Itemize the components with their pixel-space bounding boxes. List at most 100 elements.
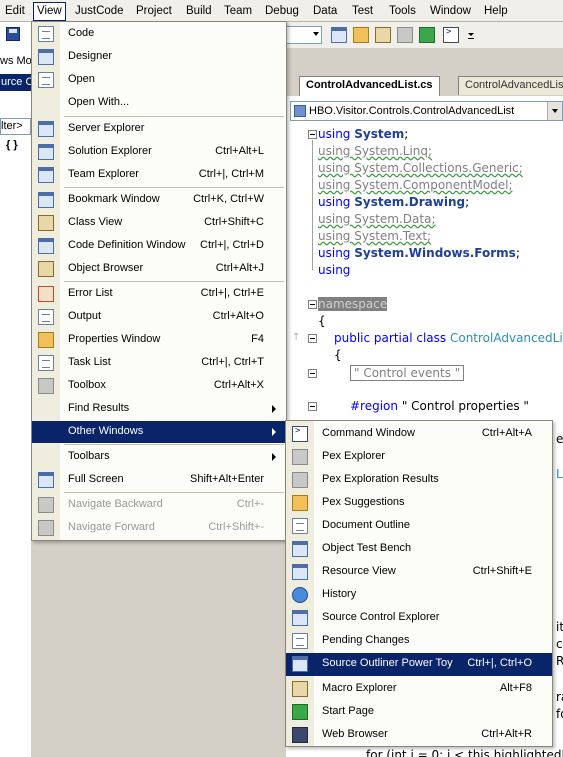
- collapse-class-icon[interactable]: [308, 334, 317, 343]
- menu-item-class-view[interactable]: Class View Ctrl+Shift+C: [32, 212, 286, 234]
- code-line-brace: {: [318, 314, 326, 328]
- menu-item-find-results[interactable]: Find Results: [32, 398, 286, 420]
- start-page-icon: [292, 704, 308, 720]
- menu-item-macro-explorer[interactable]: Macro Explorer Alt+F8: [286, 678, 552, 701]
- menu-team[interactable]: Team: [221, 3, 255, 19]
- menu-build[interactable]: Build: [183, 3, 215, 19]
- source-outliner-icon: [292, 656, 308, 672]
- object-browser-toolbar-icon[interactable]: [375, 27, 391, 43]
- menu-item-team-explorer[interactable]: Team Explorer Ctrl+|, Ctrl+M: [32, 164, 286, 186]
- code-line-region1: " Control events ": [350, 365, 465, 381]
- code-fragment-7: fo: [556, 707, 563, 721]
- menu-item-object-test-bench[interactable]: Object Test Bench: [286, 538, 552, 561]
- code-fragment-4: ce: [556, 637, 563, 651]
- submenu-arrow-icon: [272, 405, 276, 413]
- menu-item-navigate-forward[interactable]: Navigate Forward Ctrl+Shift+-: [32, 517, 286, 539]
- macro-explorer-icon: [292, 681, 308, 697]
- menu-item-navigate-backward[interactable]: Navigate Backward Ctrl+-: [32, 494, 286, 516]
- code-line-namespace: namespace: [318, 297, 388, 311]
- menu-item-pex-exploration-results[interactable]: Pex Exploration Results: [286, 469, 552, 492]
- code-line-1: using System;: [318, 127, 409, 141]
- menu-item-other-windows[interactable]: Other Windows: [32, 421, 286, 443]
- menu-item-task-list[interactable]: Task List Ctrl+|, Ctrl+T: [32, 352, 286, 374]
- source-outline-tab[interactable]: urce O: [0, 74, 31, 91]
- menu-item-open-with[interactable]: Open With...: [32, 92, 286, 114]
- menu-separator: [64, 444, 284, 445]
- collapse-usings-icon[interactable]: [308, 130, 317, 139]
- collapse-region-icon[interactable]: [308, 402, 317, 411]
- menu-separator: [64, 281, 284, 282]
- menu-item-full-screen[interactable]: Full Screen Shift+Alt+Enter: [32, 469, 286, 491]
- menu-item-code-definition-window[interactable]: Code Definition Window Ctrl+|, Ctrl+D: [32, 235, 286, 257]
- code-line-5: using System.Drawing;: [318, 195, 470, 209]
- collapse-namespace-icon[interactable]: [308, 300, 317, 309]
- code-fragment-1: et: [556, 432, 563, 446]
- properties-toolbar-icon[interactable]: [353, 27, 369, 43]
- code-line-8: using System.Windows.Forms;: [318, 246, 520, 260]
- menu-tools[interactable]: Tools: [386, 3, 419, 19]
- code-line-for: for (int i = 0; i < this.highlightedIte: [366, 748, 563, 757]
- code-line-2: using System.Linq;: [318, 144, 433, 158]
- menu-test[interactable]: Test: [349, 3, 376, 19]
- menu-item-document-outline[interactable]: Document Outline: [286, 515, 552, 538]
- toolbox-toolbar-icon[interactable]: [397, 27, 413, 43]
- menu-window[interactable]: Window: [427, 3, 474, 19]
- menu-item-object-browser[interactable]: Object Browser Ctrl+Alt+J: [32, 258, 286, 280]
- submenu-arrow-icon: [272, 428, 276, 436]
- menu-item-toolbars[interactable]: Toolbars: [32, 446, 286, 468]
- menu-item-toolbox[interactable]: Toolbox Ctrl+Alt+X: [32, 375, 286, 397]
- menu-data[interactable]: Data: [310, 3, 340, 19]
- find-icon[interactable]: [331, 27, 347, 43]
- object-test-bench-icon: [292, 541, 308, 557]
- type-navigation-combo[interactable]: HBO.Visitor.Controls.ControlAdvancedList: [290, 101, 563, 121]
- tab-controladvancedlist-designer[interactable]: ControlAdvancedList: [458, 76, 563, 95]
- menu-edit[interactable]: Edit: [2, 3, 28, 19]
- toolbar-dropdown[interactable]: [286, 26, 322, 44]
- start-page-toolbar-icon[interactable]: [419, 27, 435, 43]
- expand-region-icon[interactable]: [308, 369, 317, 378]
- menu-item-command-window[interactable]: Command WindowCtrl+Alt+A: [286, 423, 552, 446]
- navigate-forward-icon: [38, 520, 54, 536]
- filter-input[interactable]: lter>: [0, 118, 31, 135]
- menu-item-source-control-explorer[interactable]: Source Control Explorer: [286, 607, 552, 630]
- overflow-chevron-icon[interactable]: [467, 27, 475, 43]
- menu-help[interactable]: Help: [481, 3, 511, 19]
- menu-item-pex-explorer[interactable]: Pex Explorer: [286, 446, 552, 469]
- menu-item-server-explorer[interactable]: Server Explorer: [32, 118, 286, 140]
- menu-item-designer[interactable]: Designer: [32, 46, 286, 68]
- save-icon[interactable]: [6, 27, 20, 41]
- code-line-3: using System.Collections.Generic;: [318, 161, 523, 175]
- fold-guide: [312, 140, 313, 270]
- menu-item-history[interactable]: History: [286, 584, 552, 607]
- menu-item-resource-view[interactable]: Resource View Ctrl+Shift+E: [286, 561, 552, 584]
- menu-item-properties-window[interactable]: Properties Window F4: [32, 329, 286, 351]
- menu-item-code[interactable]: Code: [32, 23, 286, 45]
- open-icon: [38, 72, 54, 88]
- class-view-icon: [38, 215, 54, 231]
- menu-project[interactable]: Project: [133, 3, 175, 19]
- command-window-icon: [292, 426, 308, 442]
- tab-controladvancedlist-cs[interactable]: ControlAdvancedList.cs: [299, 76, 440, 96]
- navigate-backward-icon: [38, 497, 54, 513]
- menu-item-web-browser[interactable]: Web Browser Ctrl+Alt+R: [286, 724, 552, 747]
- code-definition-icon: [38, 238, 54, 254]
- menu-item-solution-explorer[interactable]: Solution Explorer Ctrl+Alt+L: [32, 141, 286, 163]
- menu-item-pex-suggestions[interactable]: Pex Suggestions: [286, 492, 552, 515]
- menu-item-pending-changes[interactable]: Pending Changes: [286, 630, 552, 653]
- menu-item-open[interactable]: Open: [32, 69, 286, 91]
- menu-item-output[interactable]: Output Ctrl+Alt+O: [32, 306, 286, 328]
- menu-item-error-list[interactable]: Error List Ctrl+|, Ctrl+E: [32, 283, 286, 305]
- menu-item-start-page[interactable]: Start Page: [286, 701, 552, 724]
- menu-item-source-outliner-power-toy[interactable]: Source Outliner Power Toy Ctrl+|, Ctrl+O: [286, 653, 552, 676]
- command-window-toolbar-icon[interactable]: [443, 27, 459, 43]
- menu-justcode[interactable]: JustCode: [72, 3, 127, 19]
- code-line-4: using System.ComponentModel;: [318, 178, 513, 192]
- server-explorer-icon: [38, 121, 54, 137]
- menu-item-bookmark-window[interactable]: Bookmark Window Ctrl+K, Ctrl+W: [32, 189, 286, 211]
- menu-separator: [64, 116, 284, 117]
- menu-view[interactable]: View: [33, 2, 66, 21]
- web-browser-icon: [292, 727, 308, 743]
- chevron-down-icon[interactable]: [547, 102, 562, 120]
- menu-debug[interactable]: Debug: [262, 3, 302, 19]
- pex-suggestions-icon: [292, 495, 308, 511]
